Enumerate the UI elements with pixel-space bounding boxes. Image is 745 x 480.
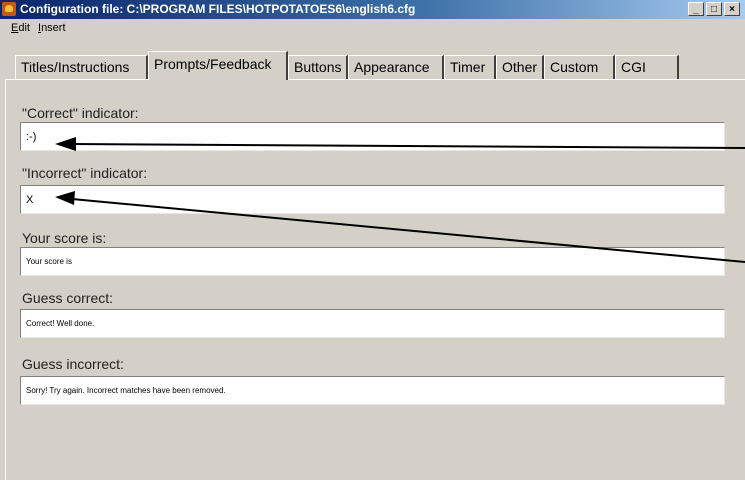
menu-insert[interactable]: Insert: [38, 19, 66, 37]
guess-correct-input[interactable]: [21, 310, 724, 337]
close-button[interactable]: ×: [724, 2, 740, 16]
maximize-button[interactable]: □: [706, 2, 722, 16]
guess-correct-field[interactable]: [20, 309, 725, 338]
guess-incorrect-input[interactable]: [21, 377, 724, 404]
incorrect-indicator-label: "Incorrect" indicator:: [22, 165, 148, 181]
your-score-field[interactable]: [20, 247, 725, 276]
tab-cgi[interactable]: CGI: [615, 55, 679, 79]
correct-indicator-label: "Correct" indicator:: [22, 105, 139, 121]
guess-incorrect-label: Guess incorrect:: [22, 356, 124, 372]
guess-correct-label: Guess correct:: [22, 290, 114, 306]
tab-timer[interactable]: Timer: [444, 55, 496, 79]
hot-potatoes-app-icon[interactable]: [2, 2, 16, 16]
tab-buttons[interactable]: Buttons: [288, 55, 348, 79]
title-bar: Configuration file: C:\PROGRAM FILES\HOT…: [0, 0, 745, 19]
correct-indicator-field[interactable]: [20, 122, 725, 151]
menu-edit[interactable]: Edit: [11, 19, 30, 37]
window-controls: _ □ ×: [688, 2, 742, 17]
tab-prompts-feedback[interactable]: Prompts/Feedback: [148, 51, 288, 80]
window-title: Configuration file: C:\PROGRAM FILES\HOT…: [20, 2, 416, 16]
tab-other[interactable]: Other: [496, 55, 544, 79]
minimize-button[interactable]: _: [688, 2, 704, 16]
tab-titles-instructions[interactable]: Titles/Instructions: [15, 55, 148, 79]
your-score-input[interactable]: [21, 248, 724, 275]
your-score-label: Your score is:: [22, 230, 107, 246]
tab-appearance[interactable]: Appearance: [348, 55, 444, 79]
incorrect-indicator-input[interactable]: [21, 186, 724, 213]
correct-indicator-input[interactable]: [21, 123, 724, 150]
incorrect-indicator-field[interactable]: [20, 185, 725, 214]
menu-bar: Edit Insert: [0, 19, 745, 37]
tab-custom[interactable]: Custom: [544, 55, 615, 79]
guess-incorrect-field[interactable]: [20, 376, 725, 405]
